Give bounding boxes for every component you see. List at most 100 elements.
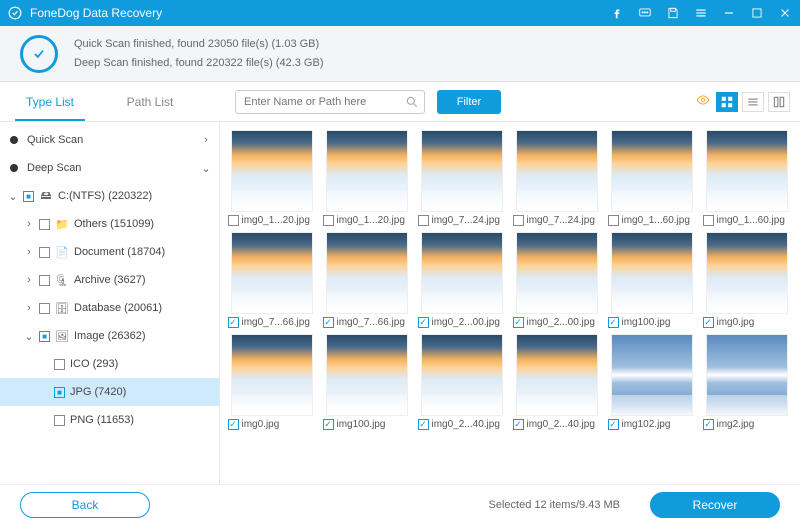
document-icon: 📄 [55,246,69,259]
view-list-button[interactable] [742,92,764,112]
thumbnail-item[interactable]: img0_1...60.jpg [701,130,792,226]
thumbnail-image[interactable] [611,232,693,314]
thumbnail-item[interactable]: img0_2...00.jpg [511,232,602,328]
tree-others[interactable]: ›📁Others (151099) [0,210,219,238]
thumbnail-image[interactable] [706,232,788,314]
tree-document[interactable]: ›📄Document (18704) [0,238,219,266]
save-icon[interactable] [666,6,680,20]
tree-quick-scan[interactable]: Quick Scan› [0,126,219,154]
thumbnail-item[interactable]: img0_7...66.jpg [321,232,412,328]
thumbnail-image[interactable] [516,232,598,314]
thumbnail-checkbox[interactable] [323,317,334,328]
back-button[interactable]: Back [20,492,150,518]
search-icon[interactable] [405,95,419,112]
thumbnail-image[interactable] [326,130,408,212]
thumbnail-image[interactable] [231,232,313,314]
thumbnail-item[interactable]: img0_2...40.jpg [511,334,602,430]
thumbnail-image[interactable] [421,232,503,314]
thumbnail-filename: img0_2...40.jpg [432,419,500,430]
thumbnail-checkbox[interactable] [703,419,714,430]
checkbox[interactable] [39,219,50,230]
thumbnail-item[interactable]: img0_2...00.jpg [416,232,507,328]
thumbnail-image[interactable] [326,232,408,314]
titlebar: FoneDog Data Recovery [0,0,800,26]
thumbnail-item[interactable]: img0_7...24.jpg [511,130,602,226]
feedback-icon[interactable] [638,6,652,20]
thumbnail-image[interactable] [611,130,693,212]
thumbnail-image[interactable] [421,334,503,416]
thumbnail-image[interactable] [706,334,788,416]
thumbnail-checkbox[interactable] [323,215,334,226]
view-detail-button[interactable] [768,92,790,112]
close-icon[interactable] [778,6,792,20]
thumbnail-filename: img0_7...66.jpg [337,317,405,328]
thumbnail-checkbox[interactable] [608,215,619,226]
thumbnail-checkbox[interactable] [703,215,714,226]
thumbnail-checkbox[interactable] [513,317,524,328]
thumbnail-image[interactable] [326,334,408,416]
thumbnail-checkbox[interactable] [513,215,524,226]
menu-icon[interactable] [694,6,708,20]
tree-deep-scan[interactable]: Deep Scan⌄ [0,154,219,182]
tab-path-list[interactable]: Path List [100,82,200,121]
preview-icon[interactable] [696,93,710,110]
thumbnail-item[interactable]: img0_7...24.jpg [416,130,507,226]
checkbox[interactable] [54,387,65,398]
thumbnail-item[interactable]: img0_2...40.jpg [416,334,507,430]
search-input[interactable] [235,90,425,114]
thumbnail-checkbox[interactable] [418,215,429,226]
checkbox[interactable] [39,247,50,258]
checkbox[interactable] [39,331,50,342]
tree-image[interactable]: ⌄🖼Image (26362) [0,322,219,350]
checkbox[interactable] [39,303,50,314]
thumbnail-item[interactable]: img102.jpg [606,334,697,430]
checkbox[interactable] [39,275,50,286]
thumbnail-image[interactable] [421,130,503,212]
thumbnail-checkbox[interactable] [323,419,334,430]
thumbnail-checkbox[interactable] [608,317,619,328]
thumbnail-checkbox[interactable] [608,419,619,430]
tree-ico[interactable]: ICO (293) [0,350,219,378]
thumbnail-item[interactable]: img100.jpg [606,232,697,328]
tab-type-list[interactable]: Type List [0,82,100,121]
chevron-right-icon: › [24,302,34,314]
chevron-down-icon: ⌄ [201,162,211,175]
checkbox[interactable] [23,191,34,202]
thumbnail-filename: img0_1...60.jpg [622,215,690,226]
minimize-icon[interactable] [722,6,736,20]
chevron-right-icon: › [24,274,34,286]
thumbnail-item[interactable]: img0.jpg [701,232,792,328]
thumbnail-item[interactable]: img0_7...66.jpg [226,232,317,328]
tree-database[interactable]: ›🗄Database (20061) [0,294,219,322]
thumbnail-checkbox[interactable] [228,419,239,430]
thumbnail-image[interactable] [706,130,788,212]
tree-jpg[interactable]: JPG (7420) [0,378,219,406]
facebook-icon[interactable] [610,6,624,20]
checkbox[interactable] [54,415,65,426]
thumbnail-item[interactable]: img0.jpg [226,334,317,430]
view-grid-button[interactable] [716,92,738,112]
maximize-icon[interactable] [750,6,764,20]
thumbnail-image[interactable] [231,334,313,416]
thumbnail-item[interactable]: img2.jpg [701,334,792,430]
thumbnail-image[interactable] [516,334,598,416]
tree-archive[interactable]: ›🗜Archive (3627) [0,266,219,294]
checkbox[interactable] [54,359,65,370]
thumbnail-checkbox[interactable] [228,215,239,226]
thumbnail-checkbox[interactable] [703,317,714,328]
thumbnail-image[interactable] [611,334,693,416]
thumbnail-item[interactable]: img0_1...20.jpg [226,130,317,226]
thumbnail-item[interactable]: img100.jpg [321,334,412,430]
thumbnail-item[interactable]: img0_1...20.jpg [321,130,412,226]
recover-button[interactable]: Recover [650,492,780,518]
thumbnail-checkbox[interactable] [418,317,429,328]
thumbnail-item[interactable]: img0_1...60.jpg [606,130,697,226]
thumbnail-checkbox[interactable] [418,419,429,430]
thumbnail-checkbox[interactable] [513,419,524,430]
thumbnail-checkbox[interactable] [228,317,239,328]
thumbnail-image[interactable] [231,130,313,212]
filter-button[interactable]: Filter [437,90,501,114]
tree-png[interactable]: PNG (11653) [0,406,219,434]
tree-drive[interactable]: ⌄🖴C:(NTFS) (220322) [0,182,219,210]
thumbnail-image[interactable] [516,130,598,212]
